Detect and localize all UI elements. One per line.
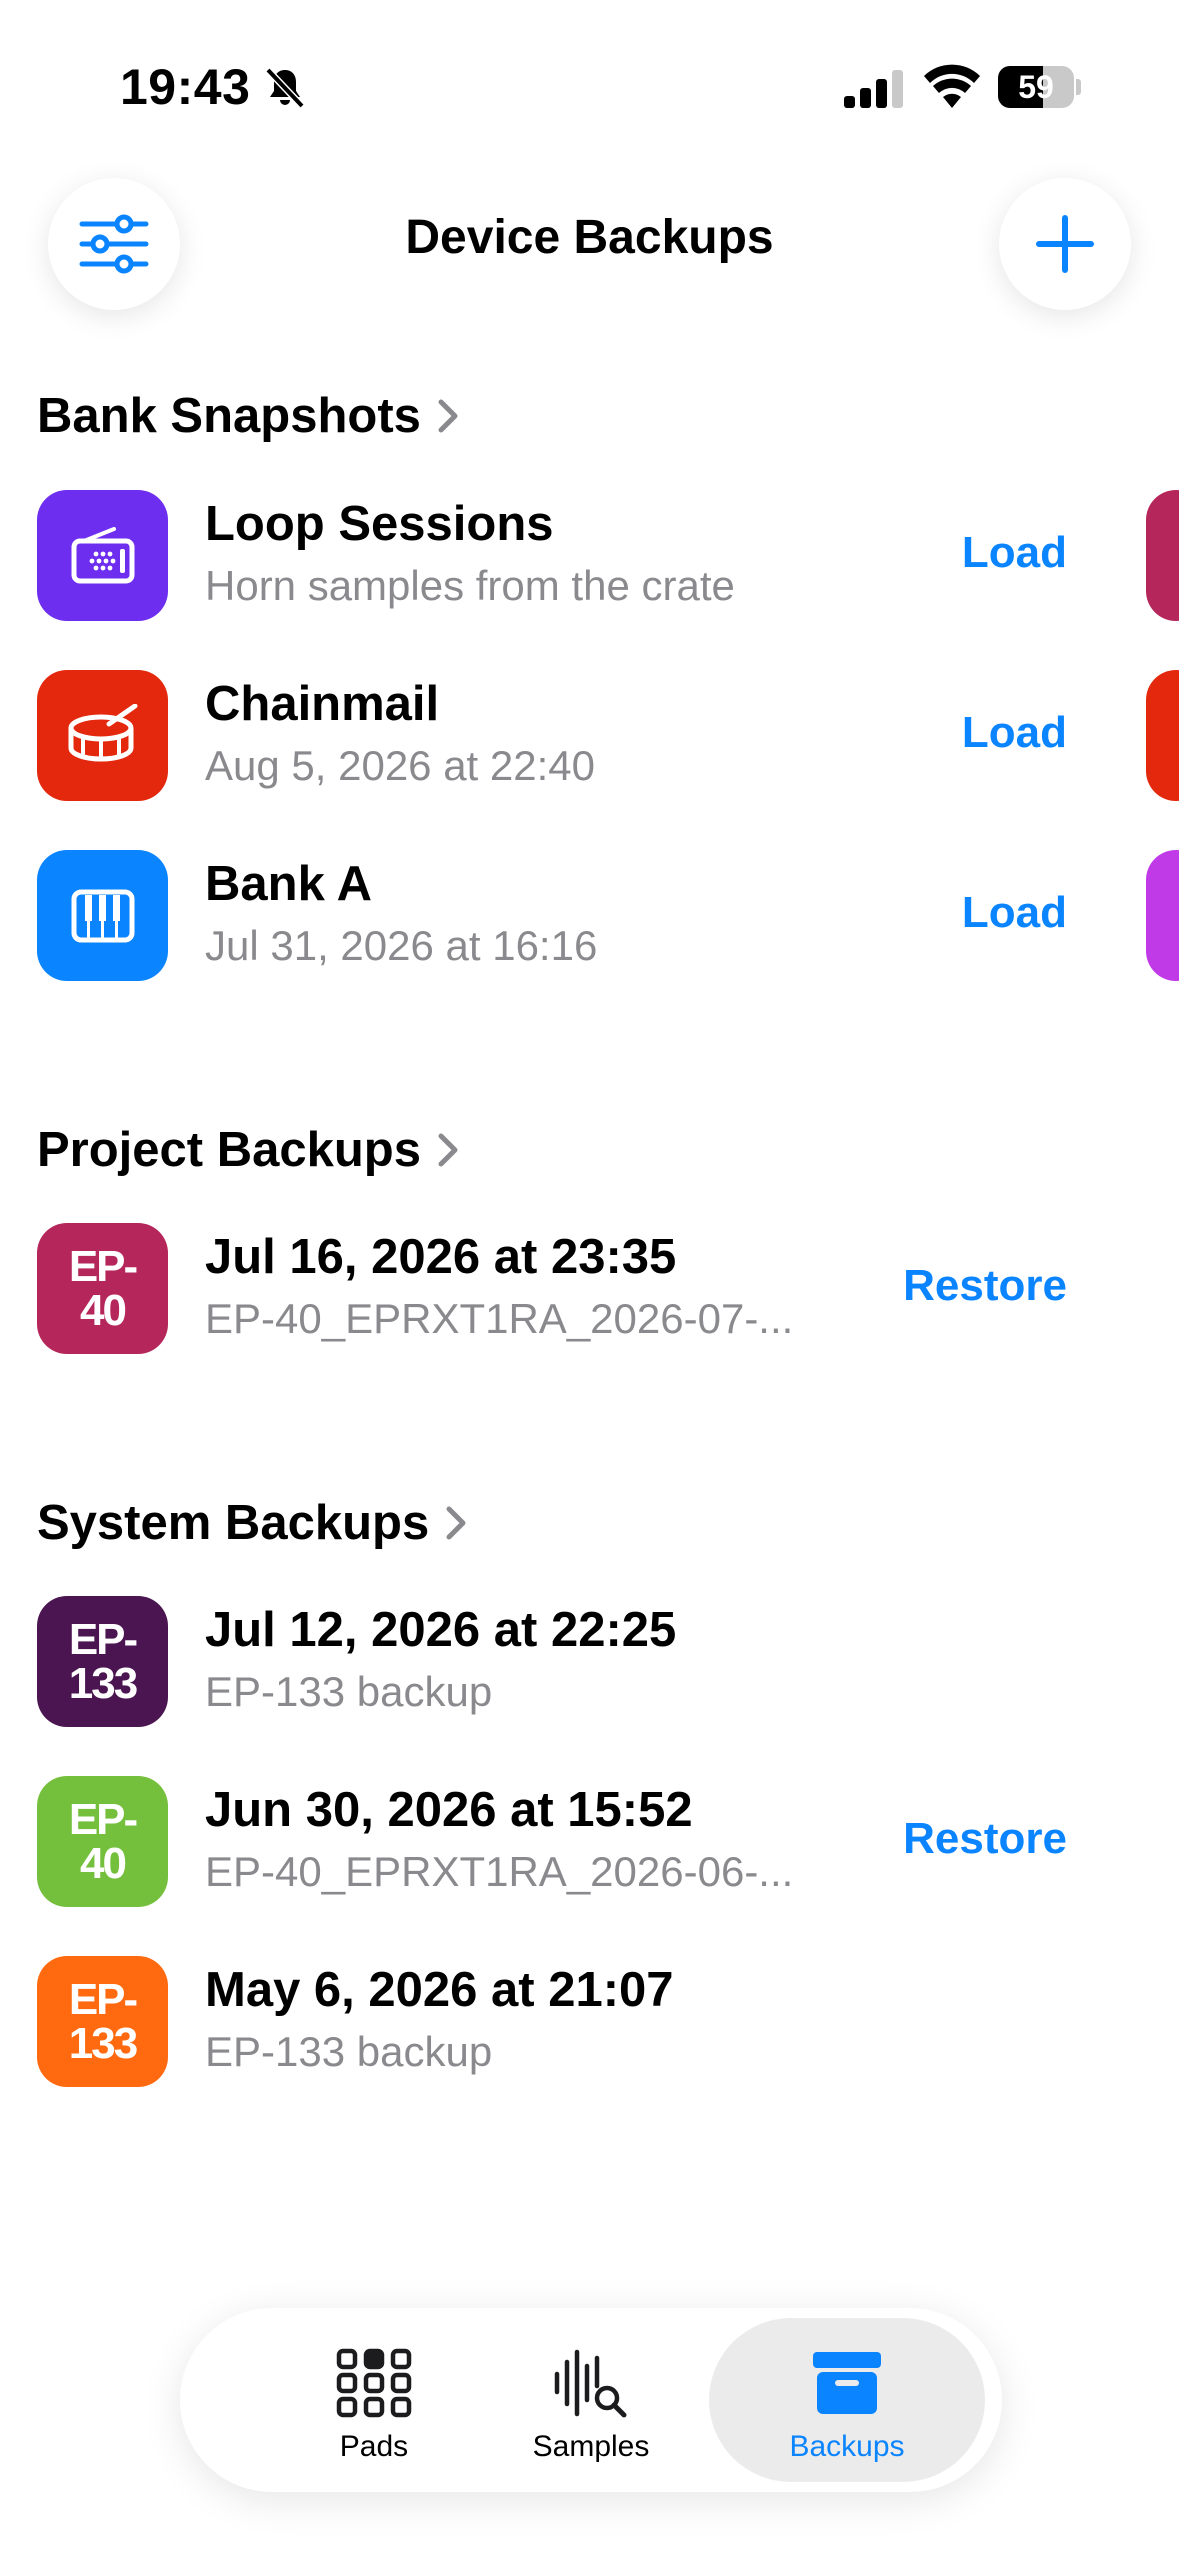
peek-card[interactable] [1146,850,1179,981]
badge-line: EP- [68,1614,138,1664]
list-item[interactable]: Chainmail Aug 5, 2026 at 22:40 Load [37,670,1179,802]
status-bar: 19:43 59 [0,0,1179,170]
battery-percent: 59 [1018,69,1054,105]
load-button[interactable]: Load [962,528,1067,578]
chevron-right-icon [446,1506,466,1540]
chevron-right-icon [438,1133,458,1167]
item-subtitle: EP-40_EPRXT1RA_2026-07-... [205,1295,794,1342]
tab-bar: Pads Samples Backups [180,2308,1002,2492]
item-title: Loop Sessions [205,497,554,551]
badge-line: 133 [68,1658,138,1708]
section-title: Bank Snapshots [37,389,421,443]
list-item[interactable]: EP- 133 May 6, 2026 at 21:07 EP-133 back… [37,1956,1179,2088]
status-time: 19:43 [120,59,251,115]
drum-icon [37,670,168,801]
section-header-system-backups[interactable]: System Backups [37,1495,467,1551]
item-title: Chainmail [205,677,440,731]
device-badge: EP- 133 [37,1596,168,1727]
tab-backups[interactable]: Backups [709,2318,985,2482]
archive-box-icon [813,2352,881,2414]
badge-line: 40 [80,1838,127,1888]
list-item[interactable]: EP- 40 Jul 16, 2026 at 23:35 EP-40_EPRXT… [37,1223,1179,1355]
tab-samples[interactable]: Samples [453,2318,729,2482]
wifi-icon [924,64,980,108]
grid-icon [336,2348,412,2418]
plus-icon [1036,215,1094,273]
peek-card[interactable] [1146,670,1179,801]
piano-icon [37,850,168,981]
item-subtitle: EP-133 backup [205,1668,493,1715]
badge-line: 40 [80,1285,127,1335]
device-badge: EP- 40 [37,1776,168,1907]
restore-button[interactable]: Restore [903,1261,1067,1311]
cellular-signal-icon [844,70,903,108]
badge-line: EP- [68,1241,138,1291]
item-subtitle: EP-40_EPRXT1RA_2026-06-... [205,1848,794,1895]
section-title: System Backups [37,1496,430,1550]
section-header-bank-snapshots[interactable]: Bank Snapshots [37,388,459,444]
device-badge: EP- 40 [37,1223,168,1354]
chevron-right-icon [438,399,458,433]
item-title: Jun 30, 2026 at 15:52 [205,1783,693,1837]
load-button[interactable]: Load [962,708,1067,758]
section-header-project-backups[interactable]: Project Backups [37,1122,459,1178]
add-button[interactable] [999,178,1131,310]
tab-label: Samples [532,2430,650,2463]
radio-icon [37,490,168,621]
restore-button[interactable]: Restore [903,1814,1067,1864]
item-title: May 6, 2026 at 21:07 [205,1963,674,2017]
item-subtitle: Horn samples from the crate [205,562,735,609]
badge-line: 133 [68,2018,138,2068]
list-item[interactable]: EP- 133 Jul 12, 2026 at 22:25 EP-133 bac… [37,1596,1179,1728]
badge-line: EP- [68,1794,138,1844]
tab-label: Pads [339,2430,409,2463]
load-button[interactable]: Load [962,888,1067,938]
badge-line: EP- [68,1974,138,2024]
item-title: Bank A [205,857,373,911]
item-subtitle: EP-133 backup [205,2028,493,2075]
item-title: Jul 16, 2026 at 23:35 [205,1230,677,1284]
item-subtitle: Jul 31, 2026 at 16:16 [205,922,598,969]
peek-card[interactable] [1146,490,1179,621]
battery-indicator: 59 [998,66,1081,108]
list-item[interactable]: Bank A Jul 31, 2026 at 16:16 Load [37,850,1179,982]
item-title: Jul 12, 2026 at 22:25 [205,1603,677,1657]
section-title: Project Backups [37,1123,421,1177]
device-badge: EP- 133 [37,1956,168,2087]
bell-slash-icon [265,67,305,109]
tab-label: Backups [789,2430,905,2463]
list-item[interactable]: Loop Sessions Horn samples from the crat… [37,490,1179,622]
waveform-search-icon [554,2349,627,2418]
list-item[interactable]: EP- 40 Jun 30, 2026 at 15:52 EP-40_EPRXT… [37,1776,1179,1908]
item-subtitle: Aug 5, 2026 at 22:40 [205,742,595,789]
